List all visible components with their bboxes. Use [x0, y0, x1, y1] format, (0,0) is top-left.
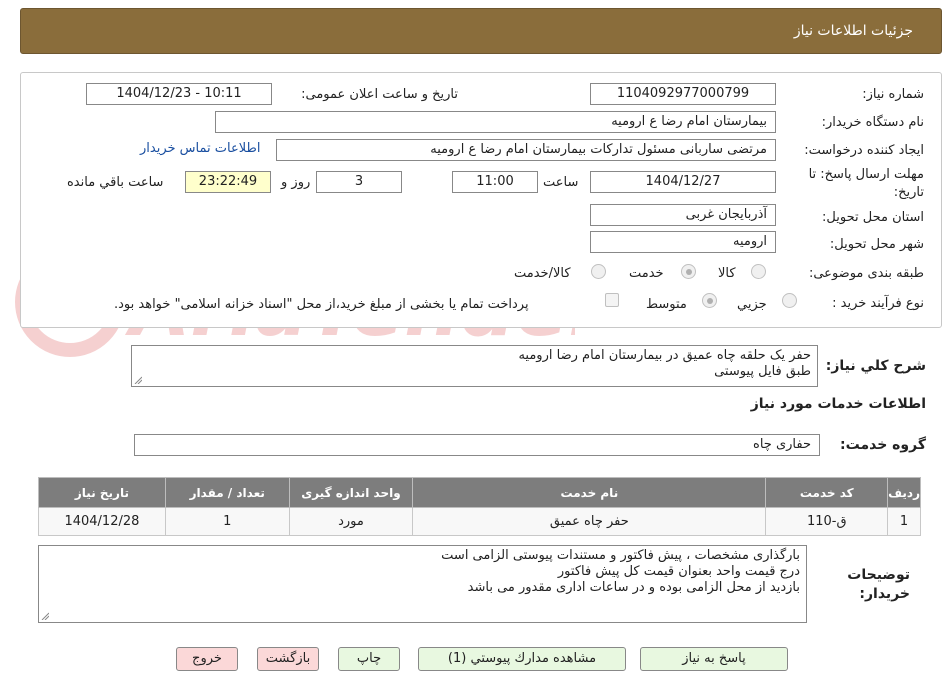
buyer-note-line-2: درج قیمت واحد بعنوان قیمت کل پیش فاکتور	[557, 564, 800, 579]
category-option-service: خدمت	[629, 266, 664, 281]
buyer-notes-label-2: خریدار:	[859, 586, 910, 602]
deadline-date-field[interactable]: 1404/12/27	[590, 171, 776, 193]
col-header-need-date: تاریخ نیاز	[38, 477, 166, 508]
reply-button[interactable]: پاسخ به نیاز	[640, 647, 788, 671]
col-header-row-no: ردیف	[887, 477, 921, 508]
remaining-time-label: ساعت باقي مانده	[67, 175, 164, 190]
category-option-goods-service: کالا/خدمت	[514, 266, 571, 281]
category-label: طبقه بندی موضوعی:	[808, 266, 924, 281]
description-label: شرح كلي نياز:	[825, 358, 926, 374]
resize-grip-icon[interactable]	[134, 376, 142, 384]
process-radio-minor[interactable]	[782, 293, 797, 308]
description-line-1: حفر یک حلقه چاه عمیق در بیمارستان امام ر…	[518, 348, 811, 363]
announce-datetime-label: تاریخ و ساعت اعلان عمومی:	[301, 87, 458, 102]
deadline-time-label: ساعت	[543, 175, 579, 190]
requester-label: ایجاد کننده درخواست:	[804, 143, 924, 158]
category-radio-goods[interactable]	[751, 264, 766, 279]
page-header: جزئیات اطلاعات نیاز	[20, 8, 942, 54]
cell-quantity: 1	[164, 507, 290, 536]
need-number-label: شماره نیاز:	[862, 87, 924, 102]
col-header-service-code: کد خدمت	[765, 477, 889, 508]
description-textarea[interactable]: حفر یک حلقه چاه عمیق در بیمارستان امام ر…	[131, 345, 818, 387]
remaining-time-field: 23:22:49	[185, 171, 271, 193]
category-radio-goods-service[interactable]	[591, 264, 606, 279]
announce-datetime-field[interactable]: 1404/12/23 - 10:11	[86, 83, 272, 105]
cell-service-name: حفر چاه عمیق	[412, 507, 767, 536]
category-radio-service[interactable]	[681, 264, 696, 279]
buyer-org-label: نام دستگاه خریدار:	[821, 115, 924, 130]
requester-field[interactable]: مرتضی ساربانی مسئول تدارکات بیمارستان ام…	[276, 139, 776, 161]
page-title: جزئیات اطلاعات نیاز	[793, 23, 913, 39]
services-table: ردیف کد خدمت نام خدمت واحد اندازه گیری ت…	[38, 477, 921, 536]
need-number-field[interactable]: 1104092977000799	[590, 83, 776, 105]
province-label: استان محل تحویل:	[822, 210, 924, 225]
description-line-2: طبق فایل پیوستی	[714, 364, 811, 379]
service-group-label: گروه خدمت:	[840, 437, 926, 453]
buyer-note-line-1: بارگذاری مشخصات ، پیش فاکتور و مستندات پ…	[441, 548, 800, 563]
days-label: روز و	[281, 175, 311, 190]
treasury-payment-note: پرداخت تمام یا بخشی از مبلغ خرید،از محل …	[114, 297, 529, 312]
buyer-contact-link[interactable]: اطلاعات تماس خریدار	[140, 141, 260, 156]
city-field[interactable]: ارومیه	[590, 231, 776, 253]
table-row: 1 ق-110 حفر چاه عمیق مورد 1 1404/12/28	[38, 507, 921, 536]
view-attachments-button[interactable]: مشاهده مدارك پيوستي (1)	[418, 647, 626, 671]
exit-button[interactable]: خروج	[176, 647, 238, 671]
back-button[interactable]: بازگشت	[257, 647, 319, 671]
cell-need-date: 1404/12/28	[38, 507, 166, 536]
deadline-label: مهلت ارسال پاسخ: تا	[808, 167, 924, 182]
cell-service-code: ق-110	[765, 507, 889, 536]
col-header-service-name: نام خدمت	[412, 477, 767, 508]
city-label: شهر محل تحویل:	[829, 237, 924, 252]
print-button[interactable]: چاپ	[338, 647, 400, 671]
buyer-org-field[interactable]: بیمارستان امام رضا ع ارومیه	[215, 111, 776, 133]
resize-grip-icon[interactable]	[41, 612, 49, 620]
cell-unit: مورد	[288, 507, 414, 536]
col-header-quantity: تعداد / مقدار	[164, 477, 290, 508]
buyer-note-line-3: بازدید از محل الزامی بوده و در ساعات ادا…	[467, 580, 800, 595]
process-type-label: نوع فرآیند خرید :	[832, 296, 924, 311]
treasury-payment-checkbox[interactable]	[605, 293, 619, 307]
province-field[interactable]: آذربایجان غربی	[590, 204, 776, 226]
category-option-goods: کالا	[718, 266, 736, 281]
cell-row-no: 1	[887, 507, 921, 536]
deadline-label-date: تاریخ:	[893, 185, 924, 200]
table-header-row: ردیف کد خدمت نام خدمت واحد اندازه گیری ت…	[38, 477, 921, 508]
service-group-field[interactable]: حفاری چاه	[134, 434, 820, 456]
deadline-time-field[interactable]: 11:00	[452, 171, 538, 193]
col-header-unit: واحد اندازه گیری	[288, 477, 414, 508]
process-option-minor: جزيي	[737, 297, 767, 312]
process-option-medium: متوسط	[646, 297, 687, 312]
buyer-notes-textarea[interactable]: بارگذاری مشخصات ، پیش فاکتور و مستندات پ…	[38, 545, 807, 623]
buyer-notes-label: توضیحات	[847, 567, 910, 583]
deadline-days-field[interactable]: 3	[316, 171, 402, 193]
services-section-title: اطلاعات خدمات مورد نیاز	[750, 396, 926, 412]
process-radio-medium[interactable]	[702, 293, 717, 308]
